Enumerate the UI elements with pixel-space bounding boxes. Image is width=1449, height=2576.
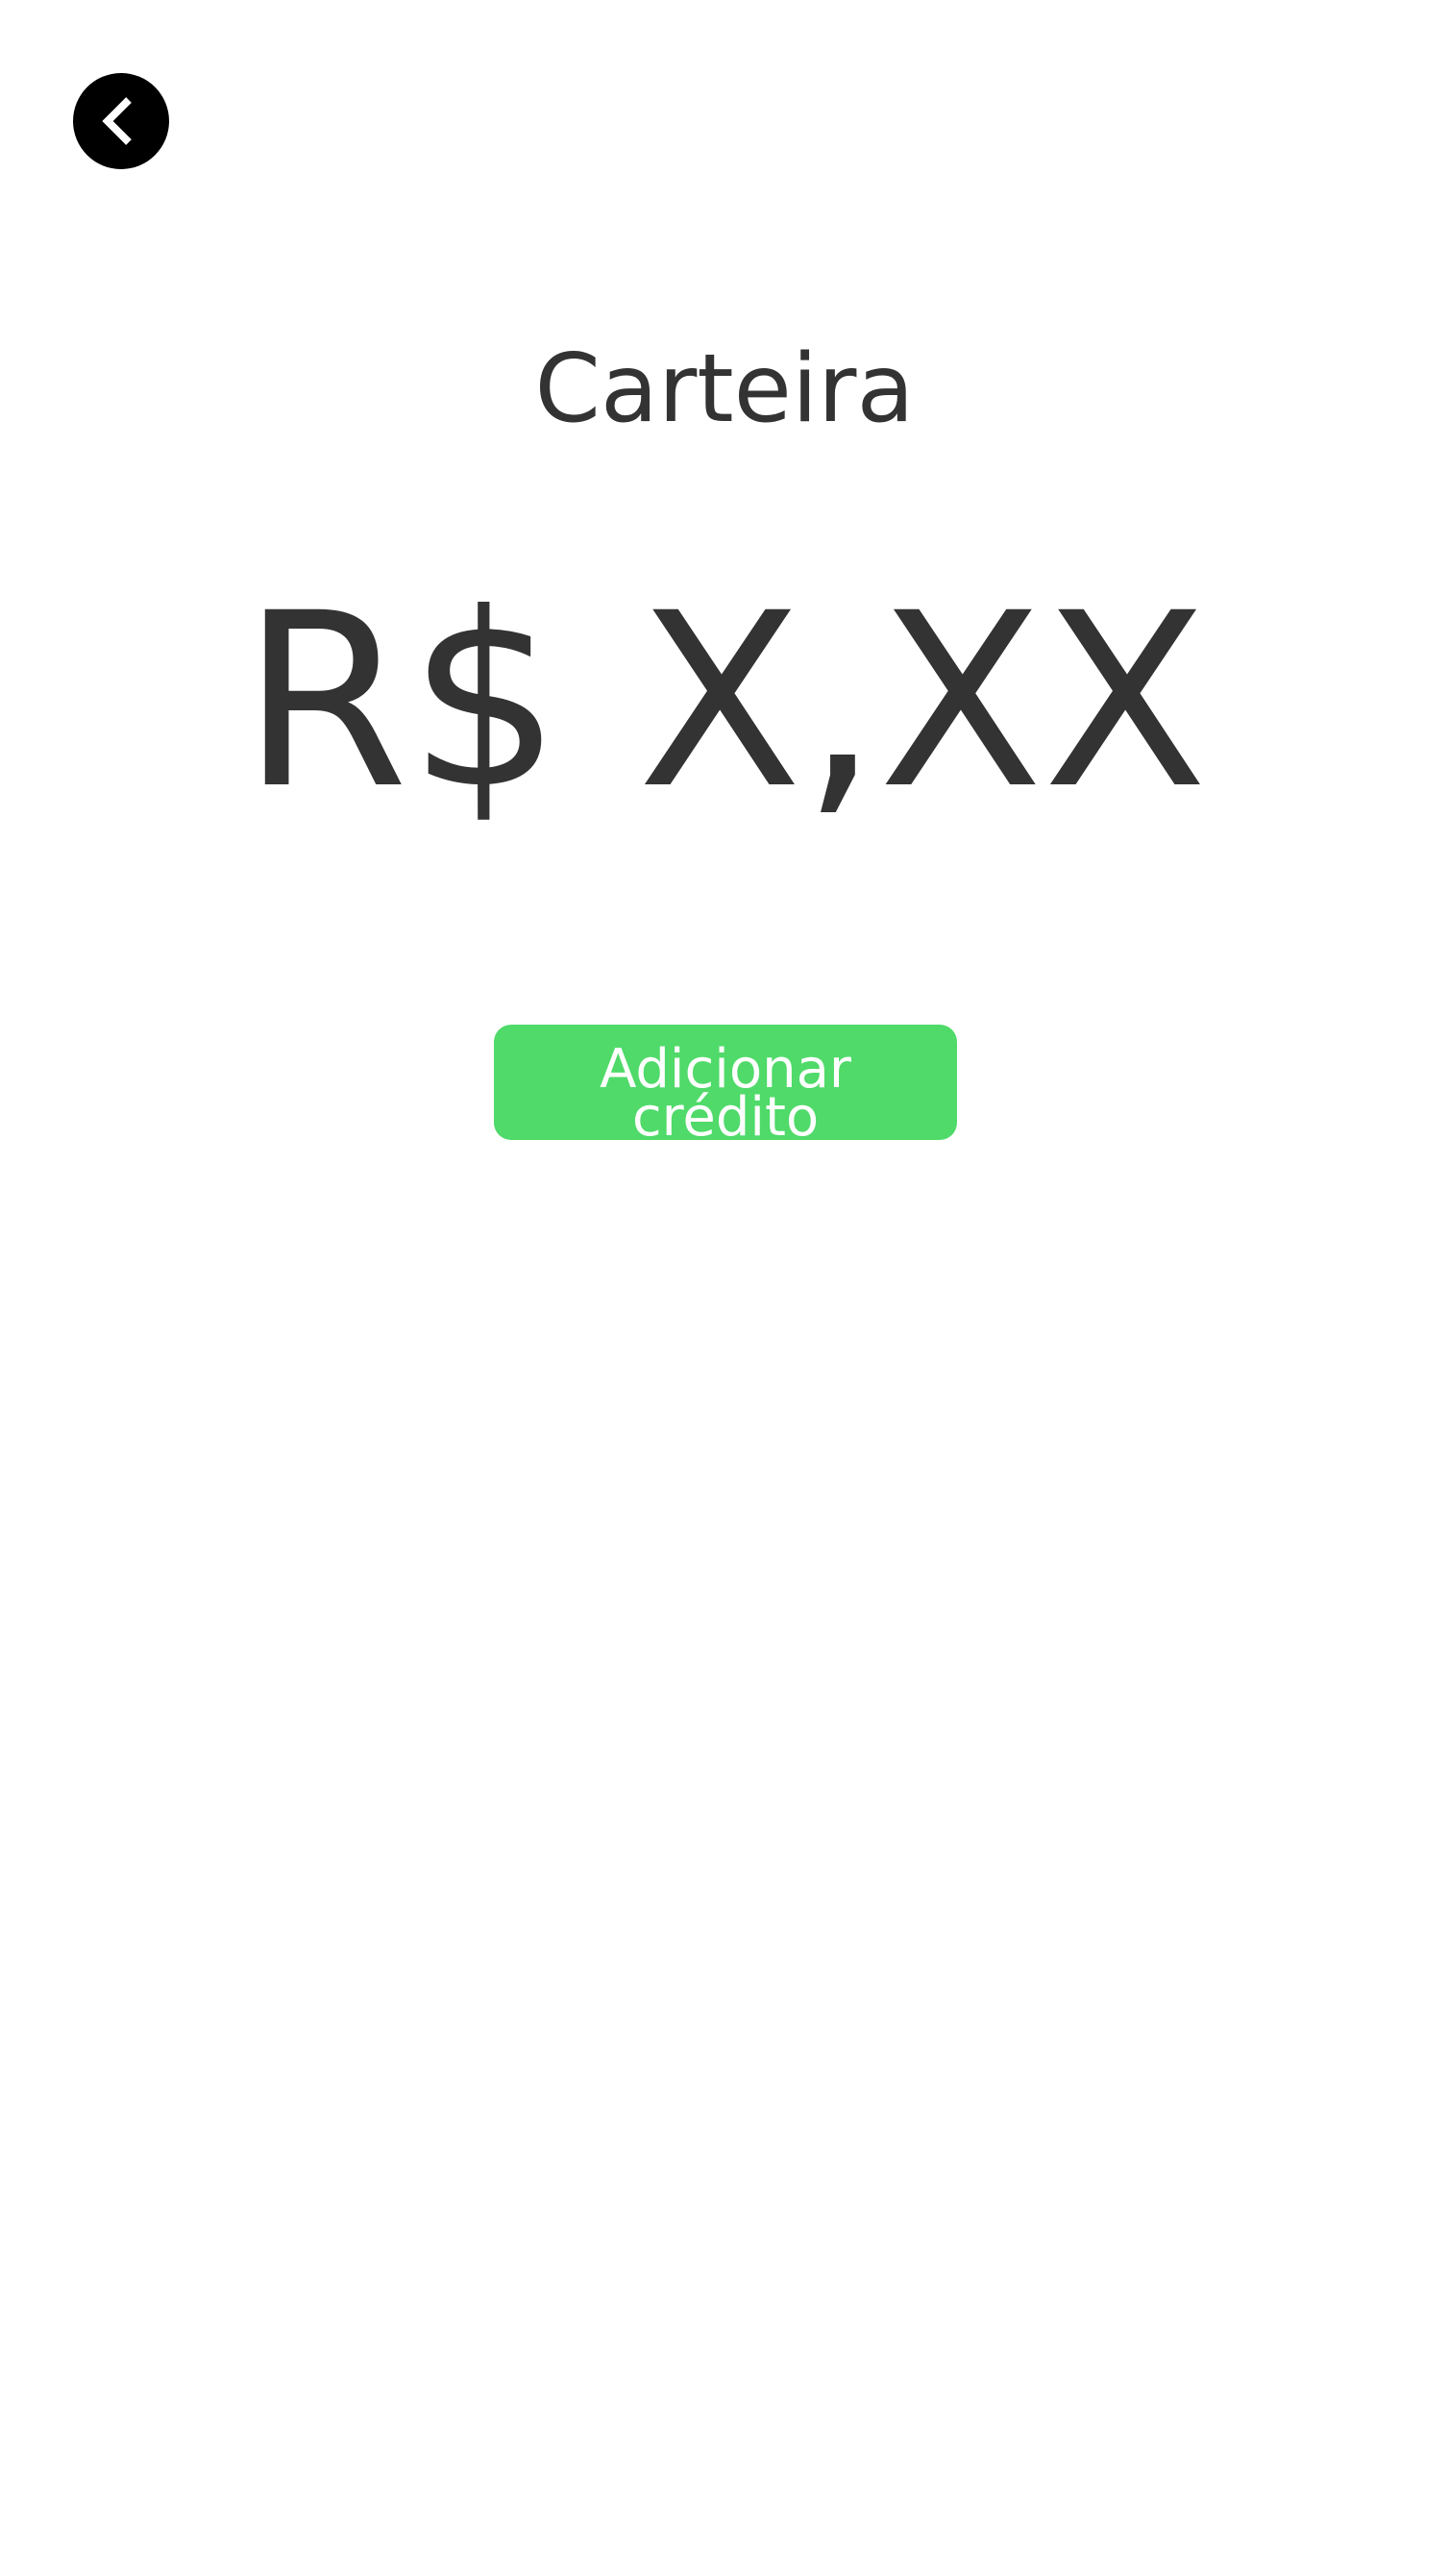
wallet-balance: R$ X,XX: [241, 561, 1208, 841]
add-credit-label: Adicionar crédito: [600, 1038, 851, 1141]
add-credit-button[interactable]: Adicionar crédito: [494, 1025, 957, 1140]
back-button[interactable]: [73, 73, 169, 169]
page-title: Carteira: [534, 334, 915, 444]
chevron-left-icon: [102, 97, 132, 145]
wallet-screen: Carteira R$ X,XX Adicionar crédito: [0, 0, 1449, 2576]
